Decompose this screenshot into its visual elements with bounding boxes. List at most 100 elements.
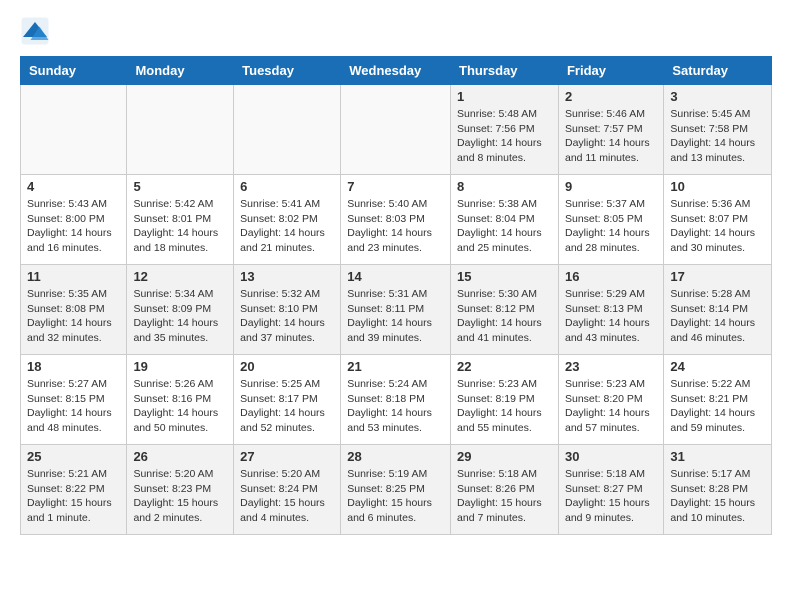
cell-date-number: 21	[347, 359, 444, 374]
weekday-header-thursday: Thursday	[451, 57, 559, 85]
cell-date-number: 12	[133, 269, 227, 284]
calendar-cell: 13 Sunrise: 5:32 AM Sunset: 8:10 PM Dayli…	[234, 265, 341, 355]
logo	[20, 16, 54, 46]
cell-info-text: Sunrise: 5:31 AM Sunset: 8:11 PM Dayligh…	[347, 287, 444, 346]
cell-date-number: 20	[240, 359, 334, 374]
cell-info-text: Sunrise: 5:24 AM Sunset: 8:18 PM Dayligh…	[347, 377, 444, 436]
calendar-cell: 28Sunrise: 5:19 AM Sunset: 8:25 PM Dayli…	[341, 445, 451, 535]
cell-date-number: 10	[670, 179, 765, 194]
cell-date-number: 8	[457, 179, 552, 194]
cell-info-text: Sunrise: 5:23 AM Sunset: 8:20 PM Dayligh…	[565, 377, 657, 436]
cell-info-text: Sunrise: 5:27 AM Sunset: 8:15 PM Dayligh…	[27, 377, 120, 436]
calendar-cell: 12 Sunrise: 5:34 AM Sunset: 8:09 PM Dayli…	[127, 265, 234, 355]
calendar-cell: 3 Sunrise: 5:45 AM Sunset: 7:58 PM Daylig…	[664, 85, 772, 175]
calendar-cell: 11Sunrise: 5:35 AM Sunset: 8:08 PM Dayli…	[21, 265, 127, 355]
calendar-cell: 1 Sunrise: 5:48 AM Sunset: 7:56 PM Daylig…	[451, 85, 559, 175]
calendar-cell: 2 Sunrise: 5:46 AM Sunset: 7:57 PM Daylig…	[558, 85, 663, 175]
cell-info-text: Sunrise: 5:29 AM Sunset: 8:13 PM Dayligh…	[565, 287, 657, 346]
calendar-cell: 14 Sunrise: 5:31 AM Sunset: 8:11 PM Dayli…	[341, 265, 451, 355]
calendar-cell: 18 Sunrise: 5:27 AM Sunset: 8:15 PM Dayli…	[21, 355, 127, 445]
calendar-cell: 19 Sunrise: 5:26 AM Sunset: 8:16 PM Dayli…	[127, 355, 234, 445]
calendar-cell: 21 Sunrise: 5:24 AM Sunset: 8:18 PM Dayli…	[341, 355, 451, 445]
cell-date-number: 31	[670, 449, 765, 464]
calendar-cell	[341, 85, 451, 175]
page: SundayMondayTuesdayWednesdayThursdayFrid…	[0, 0, 792, 551]
cell-date-number: 2	[565, 89, 657, 104]
calendar-cell: 29 Sunrise: 5:18 AM Sunset: 8:26 PM Dayli…	[451, 445, 559, 535]
cell-info-text: Sunrise: 5:26 AM Sunset: 8:16 PM Dayligh…	[133, 377, 227, 436]
cell-date-number: 15	[457, 269, 552, 284]
cell-info-text: Sunrise: 5:36 AM Sunset: 8:07 PM Dayligh…	[670, 197, 765, 256]
cell-date-number: 9	[565, 179, 657, 194]
cell-date-number: 4	[27, 179, 120, 194]
cell-info-text: Sunrise: 5:17 AM Sunset: 8:28 PM Dayligh…	[670, 467, 765, 526]
calendar-cell: 22Sunrise: 5:23 AM Sunset: 8:19 PM Dayli…	[451, 355, 559, 445]
calendar-cell: 23Sunrise: 5:23 AM Sunset: 8:20 PM Dayli…	[558, 355, 663, 445]
calendar-cell: 6 Sunrise: 5:41 AM Sunset: 8:02 PM Daylig…	[234, 175, 341, 265]
calendar-cell	[127, 85, 234, 175]
weekday-header-wednesday: Wednesday	[341, 57, 451, 85]
week-row-2: 11Sunrise: 5:35 AM Sunset: 8:08 PM Dayli…	[21, 265, 772, 355]
calendar-cell: 9 Sunrise: 5:37 AM Sunset: 8:05 PM Daylig…	[558, 175, 663, 265]
cell-date-number: 24	[670, 359, 765, 374]
cell-date-number: 6	[240, 179, 334, 194]
cell-date-number: 1	[457, 89, 552, 104]
calendar-cell: 15Sunrise: 5:30 AM Sunset: 8:12 PM Dayli…	[451, 265, 559, 355]
cell-info-text: Sunrise: 5:18 AM Sunset: 8:26 PM Dayligh…	[457, 467, 552, 526]
cell-info-text: Sunrise: 5:43 AM Sunset: 8:00 PM Dayligh…	[27, 197, 120, 256]
calendar-cell: 17 Sunrise: 5:28 AM Sunset: 8:14 PM Dayli…	[664, 265, 772, 355]
weekday-header-sunday: Sunday	[21, 57, 127, 85]
cell-info-text: Sunrise: 5:38 AM Sunset: 8:04 PM Dayligh…	[457, 197, 552, 256]
cell-info-text: Sunrise: 5:20 AM Sunset: 8:24 PM Dayligh…	[240, 467, 334, 526]
calendar-cell: 5 Sunrise: 5:42 AM Sunset: 8:01 PM Daylig…	[127, 175, 234, 265]
cell-info-text: Sunrise: 5:25 AM Sunset: 8:17 PM Dayligh…	[240, 377, 334, 436]
calendar-cell: 16 Sunrise: 5:29 AM Sunset: 8:13 PM Dayli…	[558, 265, 663, 355]
cell-info-text: Sunrise: 5:41 AM Sunset: 8:02 PM Dayligh…	[240, 197, 334, 256]
logo-icon	[20, 16, 50, 46]
cell-info-text: Sunrise: 5:45 AM Sunset: 7:58 PM Dayligh…	[670, 107, 765, 166]
calendar-cell: 24 Sunrise: 5:22 AM Sunset: 8:21 PM Dayli…	[664, 355, 772, 445]
weekday-header-tuesday: Tuesday	[234, 57, 341, 85]
calendar-cell: 7Sunrise: 5:40 AM Sunset: 8:03 PM Daylig…	[341, 175, 451, 265]
weekday-header-row: SundayMondayTuesdayWednesdayThursdayFrid…	[21, 57, 772, 85]
cell-info-text: Sunrise: 5:46 AM Sunset: 7:57 PM Dayligh…	[565, 107, 657, 166]
week-row-0: 1 Sunrise: 5:48 AM Sunset: 7:56 PM Daylig…	[21, 85, 772, 175]
cell-info-text: Sunrise: 5:37 AM Sunset: 8:05 PM Dayligh…	[565, 197, 657, 256]
cell-date-number: 3	[670, 89, 765, 104]
calendar-cell: 31 Sunrise: 5:17 AM Sunset: 8:28 PM Dayli…	[664, 445, 772, 535]
calendar-cell	[234, 85, 341, 175]
cell-date-number: 14	[347, 269, 444, 284]
weekday-header-saturday: Saturday	[664, 57, 772, 85]
cell-info-text: Sunrise: 5:19 AM Sunset: 8:25 PM Dayligh…	[347, 467, 444, 526]
cell-info-text: Sunrise: 5:18 AM Sunset: 8:27 PM Dayligh…	[565, 467, 657, 526]
week-row-4: 25Sunrise: 5:21 AM Sunset: 8:22 PM Dayli…	[21, 445, 772, 535]
week-row-1: 4 Sunrise: 5:43 AM Sunset: 8:00 PM Daylig…	[21, 175, 772, 265]
calendar-cell: 10 Sunrise: 5:36 AM Sunset: 8:07 PM Dayli…	[664, 175, 772, 265]
cell-date-number: 11	[27, 269, 120, 284]
cell-date-number: 7	[347, 179, 444, 194]
cell-info-text: Sunrise: 5:34 AM Sunset: 8:09 PM Dayligh…	[133, 287, 227, 346]
header	[20, 16, 772, 46]
calendar-cell: 26 Sunrise: 5:20 AM Sunset: 8:23 PM Dayli…	[127, 445, 234, 535]
cell-date-number: 18	[27, 359, 120, 374]
calendar-cell: 30 Sunrise: 5:18 AM Sunset: 8:27 PM Dayli…	[558, 445, 663, 535]
calendar-table: SundayMondayTuesdayWednesdayThursdayFrid…	[20, 56, 772, 535]
cell-info-text: Sunrise: 5:20 AM Sunset: 8:23 PM Dayligh…	[133, 467, 227, 526]
cell-info-text: Sunrise: 5:22 AM Sunset: 8:21 PM Dayligh…	[670, 377, 765, 436]
cell-date-number: 30	[565, 449, 657, 464]
calendar-cell: 4 Sunrise: 5:43 AM Sunset: 8:00 PM Daylig…	[21, 175, 127, 265]
cell-info-text: Sunrise: 5:32 AM Sunset: 8:10 PM Dayligh…	[240, 287, 334, 346]
cell-date-number: 5	[133, 179, 227, 194]
cell-info-text: Sunrise: 5:42 AM Sunset: 8:01 PM Dayligh…	[133, 197, 227, 256]
cell-date-number: 27	[240, 449, 334, 464]
cell-date-number: 16	[565, 269, 657, 284]
cell-date-number: 29	[457, 449, 552, 464]
cell-date-number: 19	[133, 359, 227, 374]
cell-date-number: 26	[133, 449, 227, 464]
calendar-cell: 8 Sunrise: 5:38 AM Sunset: 8:04 PM Daylig…	[451, 175, 559, 265]
cell-info-text: Sunrise: 5:23 AM Sunset: 8:19 PM Dayligh…	[457, 377, 552, 436]
cell-date-number: 13	[240, 269, 334, 284]
cell-date-number: 17	[670, 269, 765, 284]
cell-info-text: Sunrise: 5:28 AM Sunset: 8:14 PM Dayligh…	[670, 287, 765, 346]
cell-info-text: Sunrise: 5:48 AM Sunset: 7:56 PM Dayligh…	[457, 107, 552, 166]
